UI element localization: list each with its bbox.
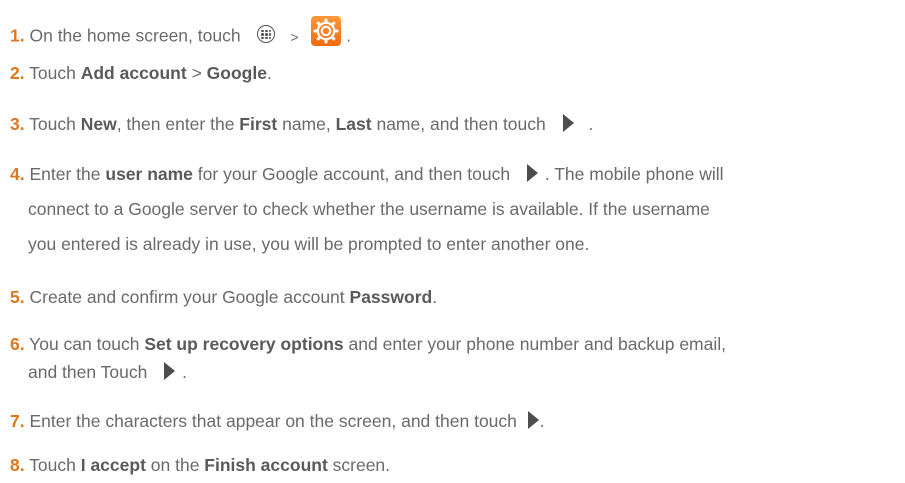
step-text: Create and confirm your Google account bbox=[29, 287, 350, 307]
step-3: 3. Touch New, then enter the First name,… bbox=[10, 113, 593, 135]
step-text: . bbox=[266, 63, 272, 83]
step-bold: Set up recovery options bbox=[144, 334, 344, 354]
step-text: , then enter the bbox=[116, 114, 240, 134]
step-end: . bbox=[346, 25, 352, 46]
step-4-line-3: you entered is already in use, you will … bbox=[28, 234, 590, 254]
separator: > bbox=[290, 28, 299, 45]
step-number: 7. bbox=[10, 411, 25, 431]
step-text: On the home screen, touch bbox=[29, 25, 241, 46]
step-number: 4. bbox=[10, 164, 25, 184]
step-4-line-2: connect to a Google server to check whet… bbox=[28, 199, 710, 219]
step-text: for your Google account, and then touch bbox=[192, 164, 511, 184]
step-text: name, and then touch bbox=[371, 114, 546, 134]
step-bold: First bbox=[239, 114, 278, 134]
step-text: > bbox=[186, 63, 207, 83]
step-bold: Google bbox=[206, 63, 267, 83]
settings-gear-icon bbox=[311, 16, 342, 46]
step-text: You can touch bbox=[29, 334, 145, 354]
step-number: 2. bbox=[10, 63, 25, 83]
step-text: and then Touch bbox=[28, 362, 148, 382]
step-bold: user name bbox=[105, 164, 193, 184]
instruction-document: 1. On the home screen, touch > . 2. Touc… bbox=[0, 0, 905, 483]
step-text: . bbox=[432, 287, 438, 307]
step-bold: Last bbox=[335, 114, 372, 134]
step-5: 5. Create and confirm your Google accoun… bbox=[10, 286, 437, 308]
step-4: 4. Enter the user name for your Google a… bbox=[10, 163, 724, 185]
step-7: 7. Enter the characters that appear on t… bbox=[10, 410, 545, 432]
step-number: 1. bbox=[10, 25, 25, 46]
step-number: 5. bbox=[10, 287, 25, 307]
all-apps-icon bbox=[257, 25, 276, 43]
step-end: . bbox=[588, 114, 594, 134]
step-text: and enter your phone number and backup e… bbox=[343, 334, 727, 354]
step-6: 6. You can touch Set up recovery options… bbox=[10, 333, 726, 355]
step-bold: Password bbox=[349, 287, 433, 307]
step-end: . bbox=[182, 362, 187, 382]
next-arrow-icon bbox=[562, 114, 574, 133]
step-text: Touch bbox=[29, 455, 81, 475]
next-arrow-icon bbox=[164, 362, 176, 381]
step-number: 3. bbox=[10, 114, 25, 134]
step-text: screen. bbox=[327, 455, 391, 475]
step-bold: I accept bbox=[80, 455, 146, 475]
step-text: Enter the characters that appear on the … bbox=[29, 411, 517, 431]
step-text: Touch bbox=[29, 63, 81, 83]
step-text: on the bbox=[145, 455, 205, 475]
step-2: 2. Touch Add account > Google. bbox=[10, 62, 272, 84]
step-bold: New bbox=[80, 114, 117, 134]
next-arrow-icon bbox=[527, 411, 539, 430]
step-bold: Finish account bbox=[204, 455, 328, 475]
step-bold: Add account bbox=[80, 63, 187, 83]
step-text: Enter the bbox=[29, 164, 106, 184]
step-text: name, bbox=[277, 114, 336, 134]
step-6-line-2: and then Touch . bbox=[28, 361, 187, 383]
step-1: 1. On the home screen, touch > . bbox=[10, 16, 352, 52]
step-number: 8. bbox=[10, 455, 25, 475]
next-arrow-icon bbox=[526, 164, 538, 183]
step-text: . The mobile phone will bbox=[544, 164, 724, 184]
step-end: . bbox=[539, 411, 545, 431]
step-number: 6. bbox=[10, 334, 25, 354]
step-text: Touch bbox=[29, 114, 81, 134]
step-8: 8. Touch I accept on the Finish account … bbox=[10, 454, 390, 476]
